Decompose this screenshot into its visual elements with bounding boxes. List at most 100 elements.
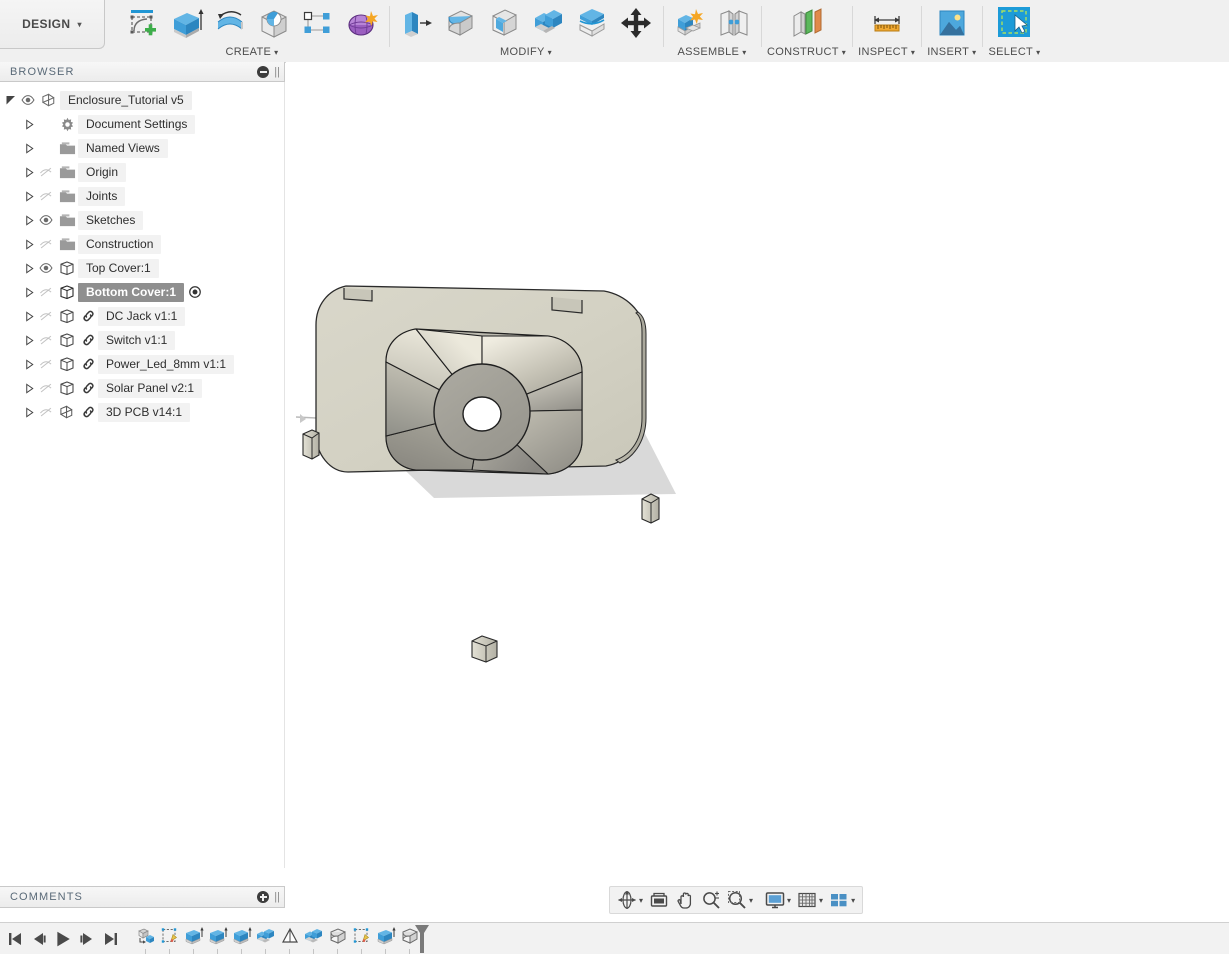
go-to-beginning-button[interactable] [6, 928, 24, 950]
ribbon-group-assemble-label[interactable]: ASSEMBLE ▾ [677, 46, 746, 59]
timeline-feature-extrude[interactable] [374, 924, 398, 954]
timeline-feature-combine[interactable] [254, 924, 278, 954]
offset-plane-icon[interactable] [784, 2, 830, 44]
timeline-feature-fillet[interactable] [326, 924, 350, 954]
zoom-window-button[interactable]: ▾ [725, 889, 755, 911]
panel-grip-icon[interactable]: || [274, 892, 280, 903]
display-settings-button[interactable]: ▾ [763, 889, 793, 911]
timeline-feature-component[interactable] [134, 924, 158, 954]
orbit-button[interactable]: ▾ [615, 889, 645, 911]
zoom-button[interactable] [699, 889, 723, 911]
browser-tree-item[interactable]: Document Settings [0, 112, 284, 136]
eye-hidden-icon[interactable] [36, 333, 56, 347]
ribbon-group-inspect-label[interactable]: INSPECT ▾ [858, 46, 915, 59]
ribbon-group-select-label[interactable]: SELECT ▾ [988, 46, 1040, 59]
chevron-right-icon[interactable] [22, 333, 36, 347]
browser-tree-item[interactable]: Enclosure_Tutorial v5 [0, 88, 284, 112]
timeline-track[interactable] [134, 924, 429, 954]
combine-icon[interactable] [527, 2, 569, 44]
chevron-down-icon[interactable] [4, 93, 18, 107]
eye-hidden-icon[interactable] [36, 309, 56, 323]
hole-icon[interactable] [253, 2, 295, 44]
browser-tree-item[interactable]: Named Views [0, 136, 284, 160]
move-copy-icon[interactable] [615, 2, 657, 44]
workspace-design-tab[interactable]: DESIGN ▾ [0, 0, 105, 49]
design-viewport[interactable] [286, 62, 1229, 868]
chevron-right-icon[interactable] [22, 309, 36, 323]
timeline-feature-combine[interactable] [302, 924, 326, 954]
browser-tree-item[interactable]: Top Cover:1 [0, 256, 284, 280]
chevron-right-icon[interactable] [22, 285, 36, 299]
timeline-feature-extrude[interactable] [206, 924, 230, 954]
pan-hand-button[interactable] [673, 889, 697, 911]
browser-tree-item[interactable]: 3D PCB v14:1 [0, 400, 284, 424]
timeline-feature-sketch[interactable] [158, 924, 182, 954]
look-at-button[interactable] [647, 889, 671, 911]
timeline-feature-extrude[interactable] [230, 924, 254, 954]
ribbon-group-create-label[interactable]: CREATE ▾ [226, 46, 279, 59]
panel-grip-icon[interactable]: || [274, 67, 280, 78]
eye-hidden-icon[interactable] [36, 381, 56, 395]
eye-hidden-icon[interactable] [36, 189, 56, 203]
grid-snaps-button[interactable]: ▾ [795, 889, 825, 911]
create-sketch-icon[interactable] [121, 2, 163, 44]
chevron-right-icon[interactable] [22, 189, 36, 203]
chevron-right-icon[interactable] [22, 213, 36, 227]
browser-tree-item[interactable]: Sketches [0, 208, 284, 232]
browser-tree-item[interactable]: Joints [0, 184, 284, 208]
measure-icon[interactable] [864, 2, 910, 44]
step-forward-button[interactable] [78, 928, 96, 950]
eye-icon[interactable] [36, 213, 56, 227]
ribbon-group-construct-label[interactable]: CONSTRUCT ▾ [767, 46, 846, 59]
eye-hidden-icon[interactable] [36, 285, 56, 299]
eye-icon[interactable] [18, 93, 38, 107]
timeline-marker[interactable] [414, 924, 430, 954]
chevron-right-icon[interactable] [22, 141, 36, 155]
go-to-end-button[interactable] [102, 928, 120, 950]
split-face-icon[interactable] [571, 2, 613, 44]
play-button[interactable] [54, 928, 72, 950]
browser-tree-item[interactable]: Bottom Cover:1 [0, 280, 284, 304]
chevron-right-icon[interactable] [22, 237, 36, 251]
browser-tree-item[interactable]: Solar Panel v2:1 [0, 376, 284, 400]
chevron-right-icon[interactable] [22, 117, 36, 131]
step-back-button[interactable] [30, 928, 48, 950]
eye-hidden-icon[interactable] [36, 405, 56, 419]
timeline-feature-extrude[interactable] [182, 924, 206, 954]
browser-tree-item[interactable]: Switch v1:1 [0, 328, 284, 352]
ribbon-group-insert-label[interactable]: INSERT ▾ [927, 46, 976, 59]
plus-circle-icon[interactable] [257, 891, 270, 903]
chevron-right-icon[interactable] [22, 381, 36, 395]
browser-tree-item[interactable]: Origin [0, 160, 284, 184]
ribbon-group-modify-label[interactable]: MODIFY ▾ [500, 46, 552, 59]
timeline-feature-sketch[interactable] [350, 924, 374, 954]
chevron-right-icon[interactable] [22, 261, 36, 275]
minus-circle-icon[interactable] [257, 66, 270, 78]
eye-hidden-icon[interactable] [36, 357, 56, 371]
new-component-icon[interactable] [669, 2, 711, 44]
eye-hidden-icon[interactable] [36, 237, 56, 251]
browser-tree-item[interactable]: Construction [0, 232, 284, 256]
chevron-right-icon[interactable] [22, 405, 36, 419]
timeline-feature-draft[interactable] [278, 924, 302, 954]
active-component-icon[interactable] [188, 285, 202, 299]
fillet-icon[interactable] [439, 2, 481, 44]
select-window-icon[interactable] [991, 2, 1037, 44]
viewports-button[interactable]: ▾ [827, 889, 857, 911]
browser-tree-item[interactable]: Power_Led_8mm v1:1 [0, 352, 284, 376]
press-pull-icon[interactable] [395, 2, 437, 44]
rectangular-pattern-icon[interactable] [297, 2, 339, 44]
extrude-icon[interactable] [165, 2, 207, 44]
eye-hidden-icon[interactable] [36, 165, 56, 179]
revolve-icon[interactable] [209, 2, 251, 44]
create-form-icon[interactable] [341, 2, 383, 44]
browser-tree-item[interactable]: DC Jack v1:1 [0, 304, 284, 328]
eye-icon[interactable] [36, 261, 56, 275]
chevron-right-icon[interactable] [22, 357, 36, 371]
bottom-cover-3d-model[interactable] [286, 62, 1229, 868]
chevron-right-icon[interactable] [22, 165, 36, 179]
bottom-cover-plate[interactable] [315, 285, 647, 475]
joint-icon[interactable] [713, 2, 755, 44]
shell-icon[interactable] [483, 2, 525, 44]
insert-image-icon[interactable] [929, 2, 975, 44]
